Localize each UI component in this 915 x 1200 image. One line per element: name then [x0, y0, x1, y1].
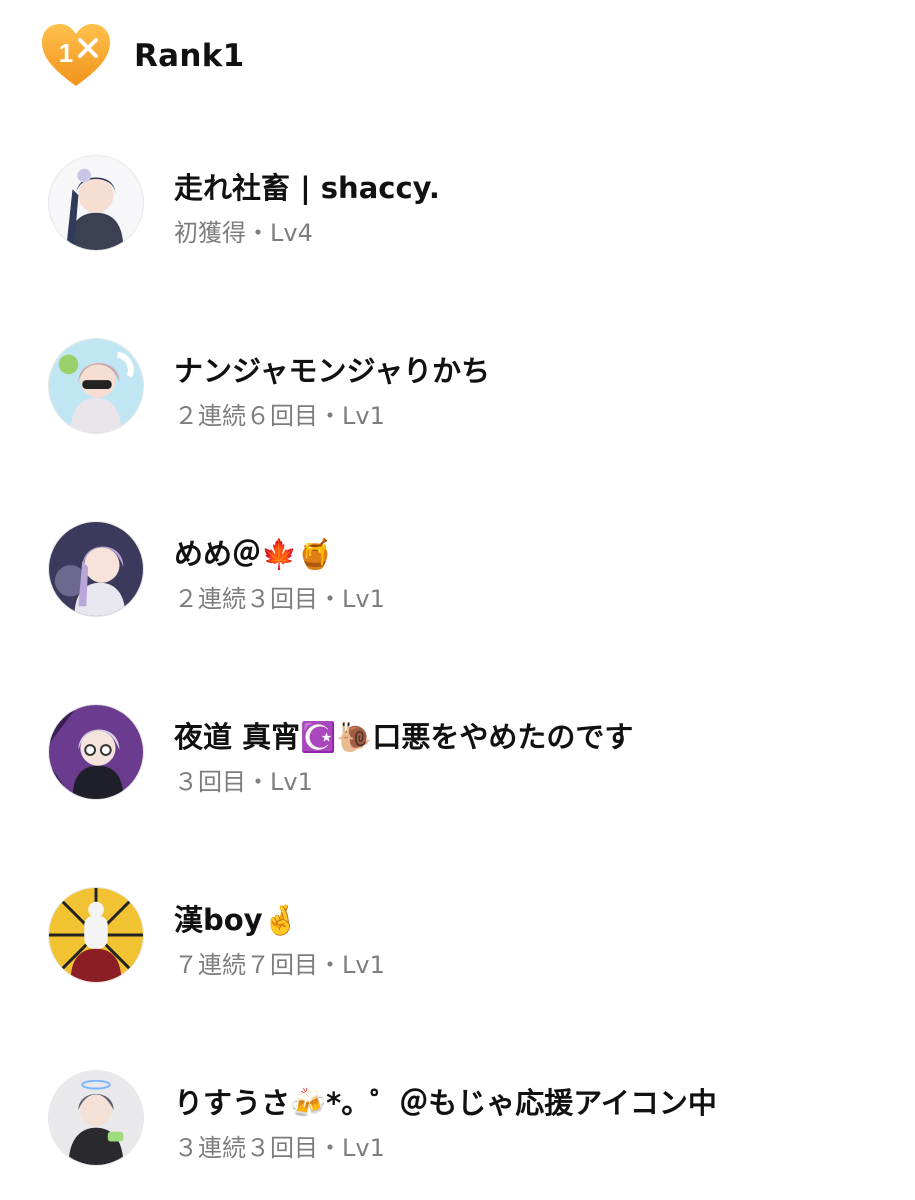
- user-achievement: ３連続３回目・Lv1: [174, 1134, 385, 1162]
- user-achievement: ２連続６回目・Lv1: [174, 402, 385, 430]
- user-achievement: ３回目・Lv1: [174, 768, 313, 796]
- list-item[interactable]: 漢boy🤞 ７連続７回目・Lv1: [48, 887, 908, 987]
- rank-header: 1 Rank1: [40, 22, 245, 90]
- user-name[interactable]: 夜道 真宵☪️🐌口悪をやめたのです: [174, 714, 633, 756]
- user-name[interactable]: ナンジャモンジャりかち: [174, 348, 490, 390]
- list-item[interactable]: ナンジャモンジャりかち ２連続６回目・Lv1: [48, 338, 908, 438]
- rank-heart-badge-icon: 1: [40, 22, 112, 90]
- rank-title: Rank1: [134, 38, 245, 74]
- list-item[interactable]: 夜道 真宵☪️🐌口悪をやめたのです ３回目・Lv1: [48, 704, 908, 804]
- user-avatar[interactable]: [48, 1070, 144, 1166]
- user-achievement: ２連続３回目・Lv1: [174, 585, 385, 613]
- rank-badge-number: 1: [59, 38, 73, 68]
- list-item[interactable]: 走れ社畜 | shaccy. 初獲得・Lv4: [48, 155, 908, 255]
- list-item[interactable]: めめ＠🍁🍯 ２連続３回目・Lv1: [48, 521, 908, 621]
- user-name[interactable]: めめ＠🍁🍯: [174, 531, 333, 573]
- list-item[interactable]: りすうさ🍻*。゜＠もじゃ応援アイコン中 ３連続３回目・Lv1: [48, 1070, 908, 1170]
- user-achievement: 初獲得・Lv4: [174, 219, 313, 247]
- user-avatar[interactable]: [48, 155, 144, 251]
- user-avatar[interactable]: [48, 521, 144, 617]
- user-avatar[interactable]: [48, 338, 144, 434]
- user-avatar[interactable]: [48, 704, 144, 800]
- user-name[interactable]: りすうさ🍻*。゜＠もじゃ応援アイコン中: [174, 1080, 717, 1122]
- user-name[interactable]: 漢boy🤞: [174, 897, 299, 939]
- user-achievement: ７連続７回目・Lv1: [174, 951, 385, 979]
- user-avatar[interactable]: [48, 887, 144, 983]
- user-name[interactable]: 走れ社畜 | shaccy.: [174, 165, 440, 207]
